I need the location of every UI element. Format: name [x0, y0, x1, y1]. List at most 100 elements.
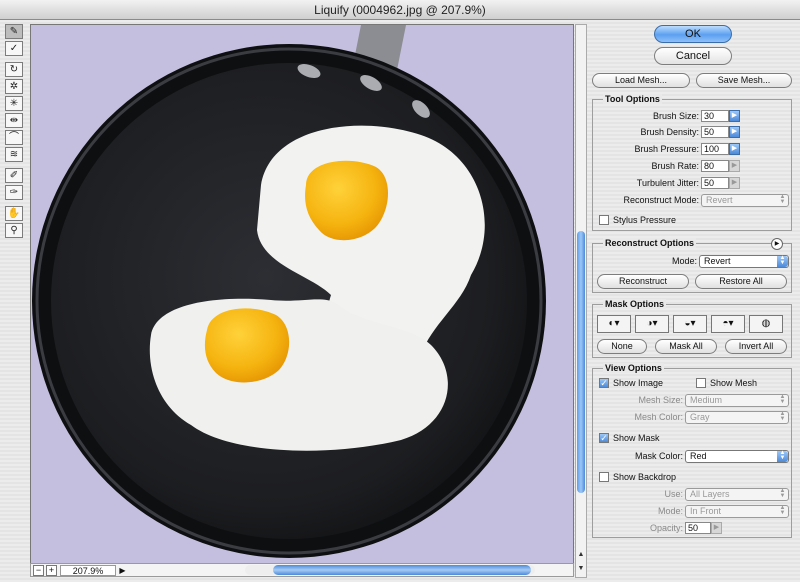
hand-tool-icon[interactable]: ✋	[5, 206, 23, 221]
pucker-tool-icon[interactable]: ✲	[5, 79, 23, 94]
turbulent-jitter-slider-icon: ▶	[729, 177, 740, 189]
mirror-tool-icon[interactable]: ⌒	[5, 130, 23, 145]
backdrop-opacity-label: Opacity:	[649, 523, 683, 533]
invert-all-button[interactable]: Invert All	[725, 339, 787, 354]
show-mask-checkbox[interactable]: ✓	[599, 433, 609, 443]
horizontal-scrollbar[interactable]	[245, 565, 535, 575]
mask-none-button[interactable]: None	[597, 339, 647, 354]
brush-pressure-slider-icon[interactable]: ▶	[729, 143, 740, 155]
save-mesh-button[interactable]: Save Mesh...	[696, 73, 792, 88]
scroll-up-arrow-icon[interactable]: ▲	[577, 551, 585, 559]
mask-color-dropdown[interactable]: Red ▲ ▼	[685, 450, 789, 463]
view-options-title: View Options	[603, 363, 664, 373]
mask-color-value: Red	[690, 451, 707, 461]
brush-density-label: Brush Density:	[640, 127, 699, 137]
select-arrows-icon: ▲ ▼	[779, 194, 786, 205]
push-left-tool-icon[interactable]: ⇹	[5, 113, 23, 128]
zoom-in-button[interactable]: +	[46, 564, 57, 576]
brush-density-slider-icon[interactable]: ▶	[729, 126, 740, 138]
backdrop-mode-value: In Front	[690, 506, 722, 516]
show-mesh-checkbox[interactable]	[696, 378, 706, 388]
mesh-color-label: Mesh Color:	[634, 412, 683, 422]
invert-selection-icon[interactable]: ◍	[749, 315, 783, 333]
mesh-size-label: Mesh Size:	[638, 395, 683, 405]
mask-options-group: Mask Options ◐▾ ◑▾ ◒▾ ◓▾ ◍ None Mask All…	[592, 299, 792, 358]
thaw-mask-tool-icon[interactable]: ✑	[5, 185, 23, 200]
dropdown-arrows-icon: ▲ ▼	[777, 450, 788, 462]
vertical-scrollbar[interactable]: ▲ ▼	[575, 24, 587, 578]
show-image-label: Show Image	[613, 378, 664, 388]
turbulent-jitter-label: Turbulent Jitter:	[636, 178, 699, 188]
load-mesh-button[interactable]: Load Mesh...	[592, 73, 690, 88]
backdrop-mode-select: In Front ▲ ▼	[685, 505, 789, 518]
reconstruct-mode-label: Reconstruct Mode:	[623, 195, 699, 205]
view-options-group: View Options ✓ Show Image Show Mesh Mesh…	[592, 363, 792, 538]
brush-size-slider-icon[interactable]: ▶	[729, 110, 740, 122]
freeze-mask-tool-icon[interactable]: ✐	[5, 168, 23, 183]
brush-pressure-field[interactable]: 100	[701, 143, 729, 155]
show-mesh-label: Show Mesh	[710, 378, 758, 388]
zoom-tool-icon[interactable]: ⚲	[5, 223, 23, 238]
brush-size-label: Brush Size:	[652, 111, 699, 121]
brush-rate-field[interactable]: 80	[701, 160, 729, 172]
tool-options-title: Tool Options	[603, 94, 662, 104]
mesh-size-select: Medium ▲ ▼	[685, 394, 789, 407]
turbulent-jitter-field[interactable]: 50	[701, 177, 729, 189]
mesh-color-value: Gray	[690, 412, 710, 422]
backdrop-use-select: All Layers ▲ ▼	[685, 488, 789, 501]
cancel-button[interactable]: Cancel	[654, 47, 732, 65]
reconstruct-mode-select: Revert ▲ ▼	[701, 194, 789, 207]
show-backdrop-label: Show Backdrop	[613, 472, 677, 482]
zoom-out-button[interactable]: −	[33, 564, 44, 576]
show-image-checkbox[interactable]: ✓	[599, 378, 609, 388]
brush-size-field[interactable]: 30	[701, 110, 729, 122]
scroll-down-arrow-icon[interactable]: ▼	[577, 565, 585, 573]
stylus-pressure-label: Stylus Pressure	[613, 215, 677, 225]
backdrop-use-label: Use:	[664, 489, 683, 499]
reconstruct-button[interactable]: Reconstruct	[597, 274, 689, 289]
reconstruct-play-icon[interactable]: ▶	[771, 238, 783, 250]
select-arrows-icon: ▲ ▼	[779, 505, 786, 516]
reconstruct-mode-dropdown-value: Revert	[704, 256, 731, 266]
toolbox: ✎ ✓ ↻ ✲ ✳ ⇹ ⌒ ≋ ✐ ✑ ✋ ⚲	[5, 24, 25, 240]
reconstruct-options-group: Reconstruct Options ▶ Mode: Revert ▲ ▼ Re…	[592, 238, 792, 293]
select-arrows-icon: ▲ ▼	[779, 394, 786, 405]
forward-warp-tool-icon[interactable]: ✎	[5, 24, 23, 39]
horizontal-scroll-thumb[interactable]	[273, 565, 531, 575]
subtract-from-selection-icon[interactable]: ◒▾	[673, 315, 707, 333]
zoom-level-field[interactable]: 207.9%	[60, 564, 116, 576]
status-bar: − + 207.9% ▶	[30, 563, 574, 577]
restore-all-button[interactable]: Restore All	[695, 274, 787, 289]
vertical-scroll-thumb[interactable]	[577, 231, 585, 493]
add-to-selection-icon[interactable]: ◑▾	[635, 315, 669, 333]
show-backdrop-checkbox[interactable]	[599, 472, 609, 482]
mask-color-label: Mask Color:	[634, 451, 683, 461]
mesh-color-select: Gray ▲ ▼	[685, 411, 789, 424]
reconstruct-mode-dropdown[interactable]: Revert ▲ ▼	[699, 255, 789, 268]
backdrop-opacity-slider-icon: ▶	[711, 522, 722, 534]
options-panel: OK Cancel Load Mesh... Save Mesh... Tool…	[590, 20, 800, 582]
image-canvas[interactable]	[30, 24, 574, 564]
select-arrows-icon: ▲ ▼	[779, 411, 786, 422]
replace-selection-icon[interactable]: ◐▾	[597, 315, 631, 333]
brush-rate-slider-icon: ▶	[729, 160, 740, 172]
mask-options-title: Mask Options	[603, 299, 667, 309]
reconstruct-tool-icon[interactable]: ✓	[5, 41, 23, 56]
preview-image	[31, 25, 573, 563]
brush-density-field[interactable]: 50	[701, 126, 729, 138]
tool-options-group: Tool Options Brush Size: 30 ▶ Brush Dens…	[592, 94, 792, 231]
mask-all-button[interactable]: Mask All	[655, 339, 717, 354]
liquify-dialog: ✎ ✓ ↻ ✲ ✳ ⇹ ⌒ ≋ ✐ ✑ ✋ ⚲ ▲ ▼ − + 207.9% ▶…	[0, 20, 800, 582]
reconstruct-mode-value: Revert	[706, 195, 733, 205]
reconstruct-options-title: Reconstruct Options	[603, 238, 697, 248]
bloat-tool-icon[interactable]: ✳	[5, 96, 23, 111]
ok-button[interactable]: OK	[654, 25, 732, 43]
turbulence-tool-icon[interactable]: ≋	[5, 147, 23, 162]
brush-pressure-label: Brush Pressure:	[634, 144, 699, 154]
stylus-pressure-checkbox[interactable]	[599, 215, 609, 225]
intersect-with-selection-icon[interactable]: ◓▾	[711, 315, 745, 333]
twirl-tool-icon[interactable]: ↻	[5, 62, 23, 77]
backdrop-opacity-field[interactable]: 50	[685, 522, 711, 534]
zoom-menu-arrow-icon[interactable]: ▶	[118, 566, 127, 575]
show-mask-label: Show Mask	[613, 433, 660, 443]
